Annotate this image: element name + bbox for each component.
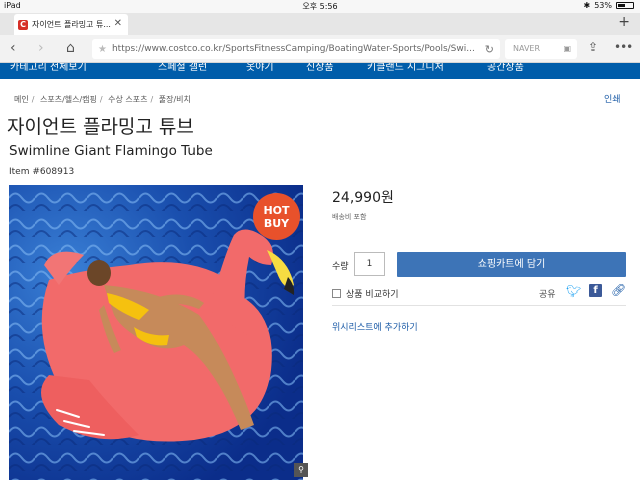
compare-checkbox[interactable] [332, 289, 341, 298]
compare-checkbox-row[interactable]: 상품 비교하기 [332, 287, 399, 300]
breadcrumb-item[interactable]: 스포츠/헬스/캠핑 [40, 95, 97, 104]
link-icon[interactable]: 🔗︎ [611, 283, 626, 297]
twitter-icon[interactable]: 🐦︎ [566, 284, 581, 298]
reload-icon[interactable]: ↻ [485, 43, 494, 56]
battery-icon [616, 2, 634, 9]
url-text: https://www.costco.co.kr/SportsFitnessCa… [111, 44, 475, 54]
divider [332, 305, 626, 306]
product-title-korean: 자이언트 플라밍고 튜브 [7, 116, 194, 138]
site-nav-item[interactable]: 옷야기 [246, 63, 274, 73]
back-icon[interactable]: ‹ [10, 40, 16, 56]
more-menu-icon[interactable]: ••• [614, 40, 633, 54]
costco-favicon: C [18, 19, 28, 30]
site-nav-bar: 카테고리 전체보기 스페셜 갤런 옷야기 신상품 키클랜드 시그니처 공간상품 [0, 63, 640, 79]
site-nav-item[interactable]: 키클랜드 시그니처 [367, 63, 444, 73]
site-nav-item[interactable]: 스페셜 갤런 [158, 63, 207, 73]
breadcrumb-item[interactable]: 메인 [14, 95, 29, 104]
ios-status-bar: iPad 오후 5:56 ✱ 53% [0, 0, 640, 13]
browser-tab[interactable]: C 자이언트 플라밍고 튜... ✕ [14, 14, 128, 35]
add-to-cart-button[interactable]: 쇼핑카트에 담기 [397, 252, 626, 277]
compare-label: 상품 비교하기 [346, 290, 399, 300]
share-icon[interactable]: ⇪ [588, 40, 598, 54]
add-to-wishlist-link[interactable]: 위시리스트에 추가하기 [332, 320, 418, 333]
home-icon[interactable]: ⌂ [66, 40, 75, 56]
search-engine-box[interactable]: NAVER ▣ [505, 39, 577, 59]
battery-percent: 53% [594, 1, 612, 10]
hot-buy-badge: HOT BUY [253, 193, 300, 240]
close-tab-icon[interactable]: ✕ [114, 18, 122, 29]
facebook-icon[interactable]: f [589, 284, 602, 297]
breadcrumb: 메인 / 스포츠/헬스/캠핑 / 수상 스포츠 / 풀장/비치 [14, 95, 191, 104]
tab-strip: C 자이언트 플라밍고 튜... ✕ + [0, 13, 640, 35]
bookmark-star-icon[interactable]: ★ [98, 44, 107, 55]
new-tab-icon[interactable]: + [618, 14, 630, 30]
quantity-input[interactable]: 1 [354, 252, 385, 276]
tab-title: 자이언트 플라밍고 튜... [32, 20, 111, 29]
address-bar[interactable]: ★ https://www.costco.co.kr/SportsFitness… [92, 39, 500, 59]
status-time: 오후 5:56 [302, 2, 338, 11]
site-nav-item[interactable]: 카테고리 전체보기 [10, 63, 87, 73]
print-link[interactable]: 인쇄 [604, 92, 621, 105]
share-label: 공유 [539, 290, 556, 300]
site-nav-item[interactable]: 공간상품 [487, 63, 524, 73]
browser-toolbar: ‹ › ⌂ ★ https://www.costco.co.kr/SportsF… [0, 35, 640, 63]
zoom-icon[interactable]: ⚲ [294, 463, 308, 477]
product-title-english: Swimline Giant Flamingo Tube [9, 143, 213, 159]
search-engine-label: NAVER [513, 44, 541, 53]
bluetooth-icon: ✱ [583, 1, 591, 10]
item-number: Item #608913 [9, 167, 75, 177]
forward-icon[interactable]: › [38, 40, 44, 56]
quantity-label: 수량 [332, 262, 349, 272]
product-price: 24,990원 [332, 190, 394, 206]
search-icon[interactable]: ▣ [563, 39, 571, 59]
breadcrumb-item[interactable]: 수상 스포츠 [108, 95, 147, 104]
breadcrumb-item[interactable]: 풀장/비치 [159, 95, 191, 104]
site-nav-item[interactable]: 신상품 [306, 63, 334, 73]
shipping-note: 배송비 포함 [332, 213, 367, 221]
